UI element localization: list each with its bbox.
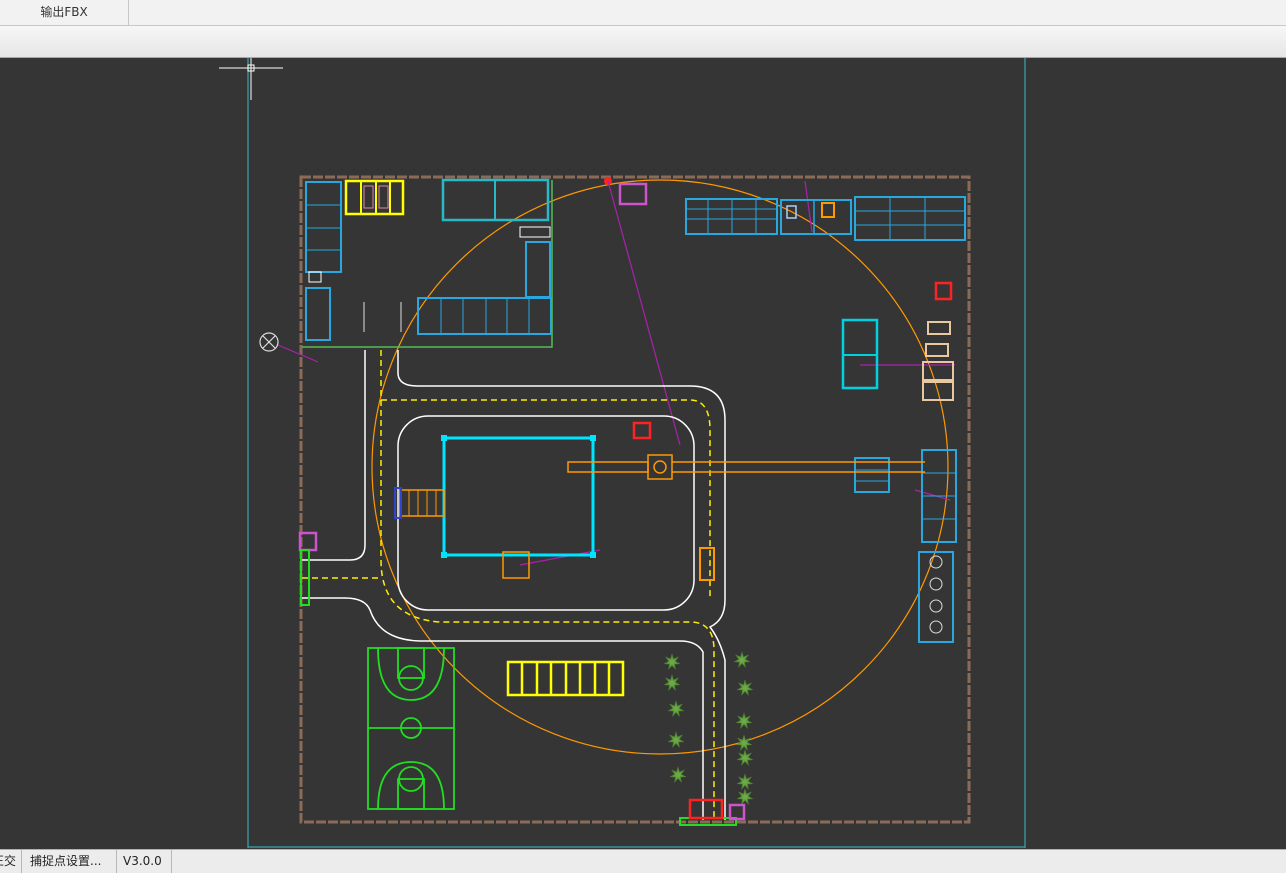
drawing-canvas[interactable] [0,58,1286,849]
status-ortho[interactable]: 正交 [0,850,22,873]
ribbon-tabbar: 输出FBX [0,0,1286,26]
status-bar: 正交 捕捉点设置... V3.0.0 [0,849,1286,873]
status-version: V3.0.0 [117,850,172,873]
cad-drawing [0,58,1286,849]
tab-export-fbx[interactable]: 输出FBX [0,0,129,25]
status-snap-settings[interactable]: 捕捉点设置... [24,850,117,873]
ribbon-toolbar [0,26,1286,58]
